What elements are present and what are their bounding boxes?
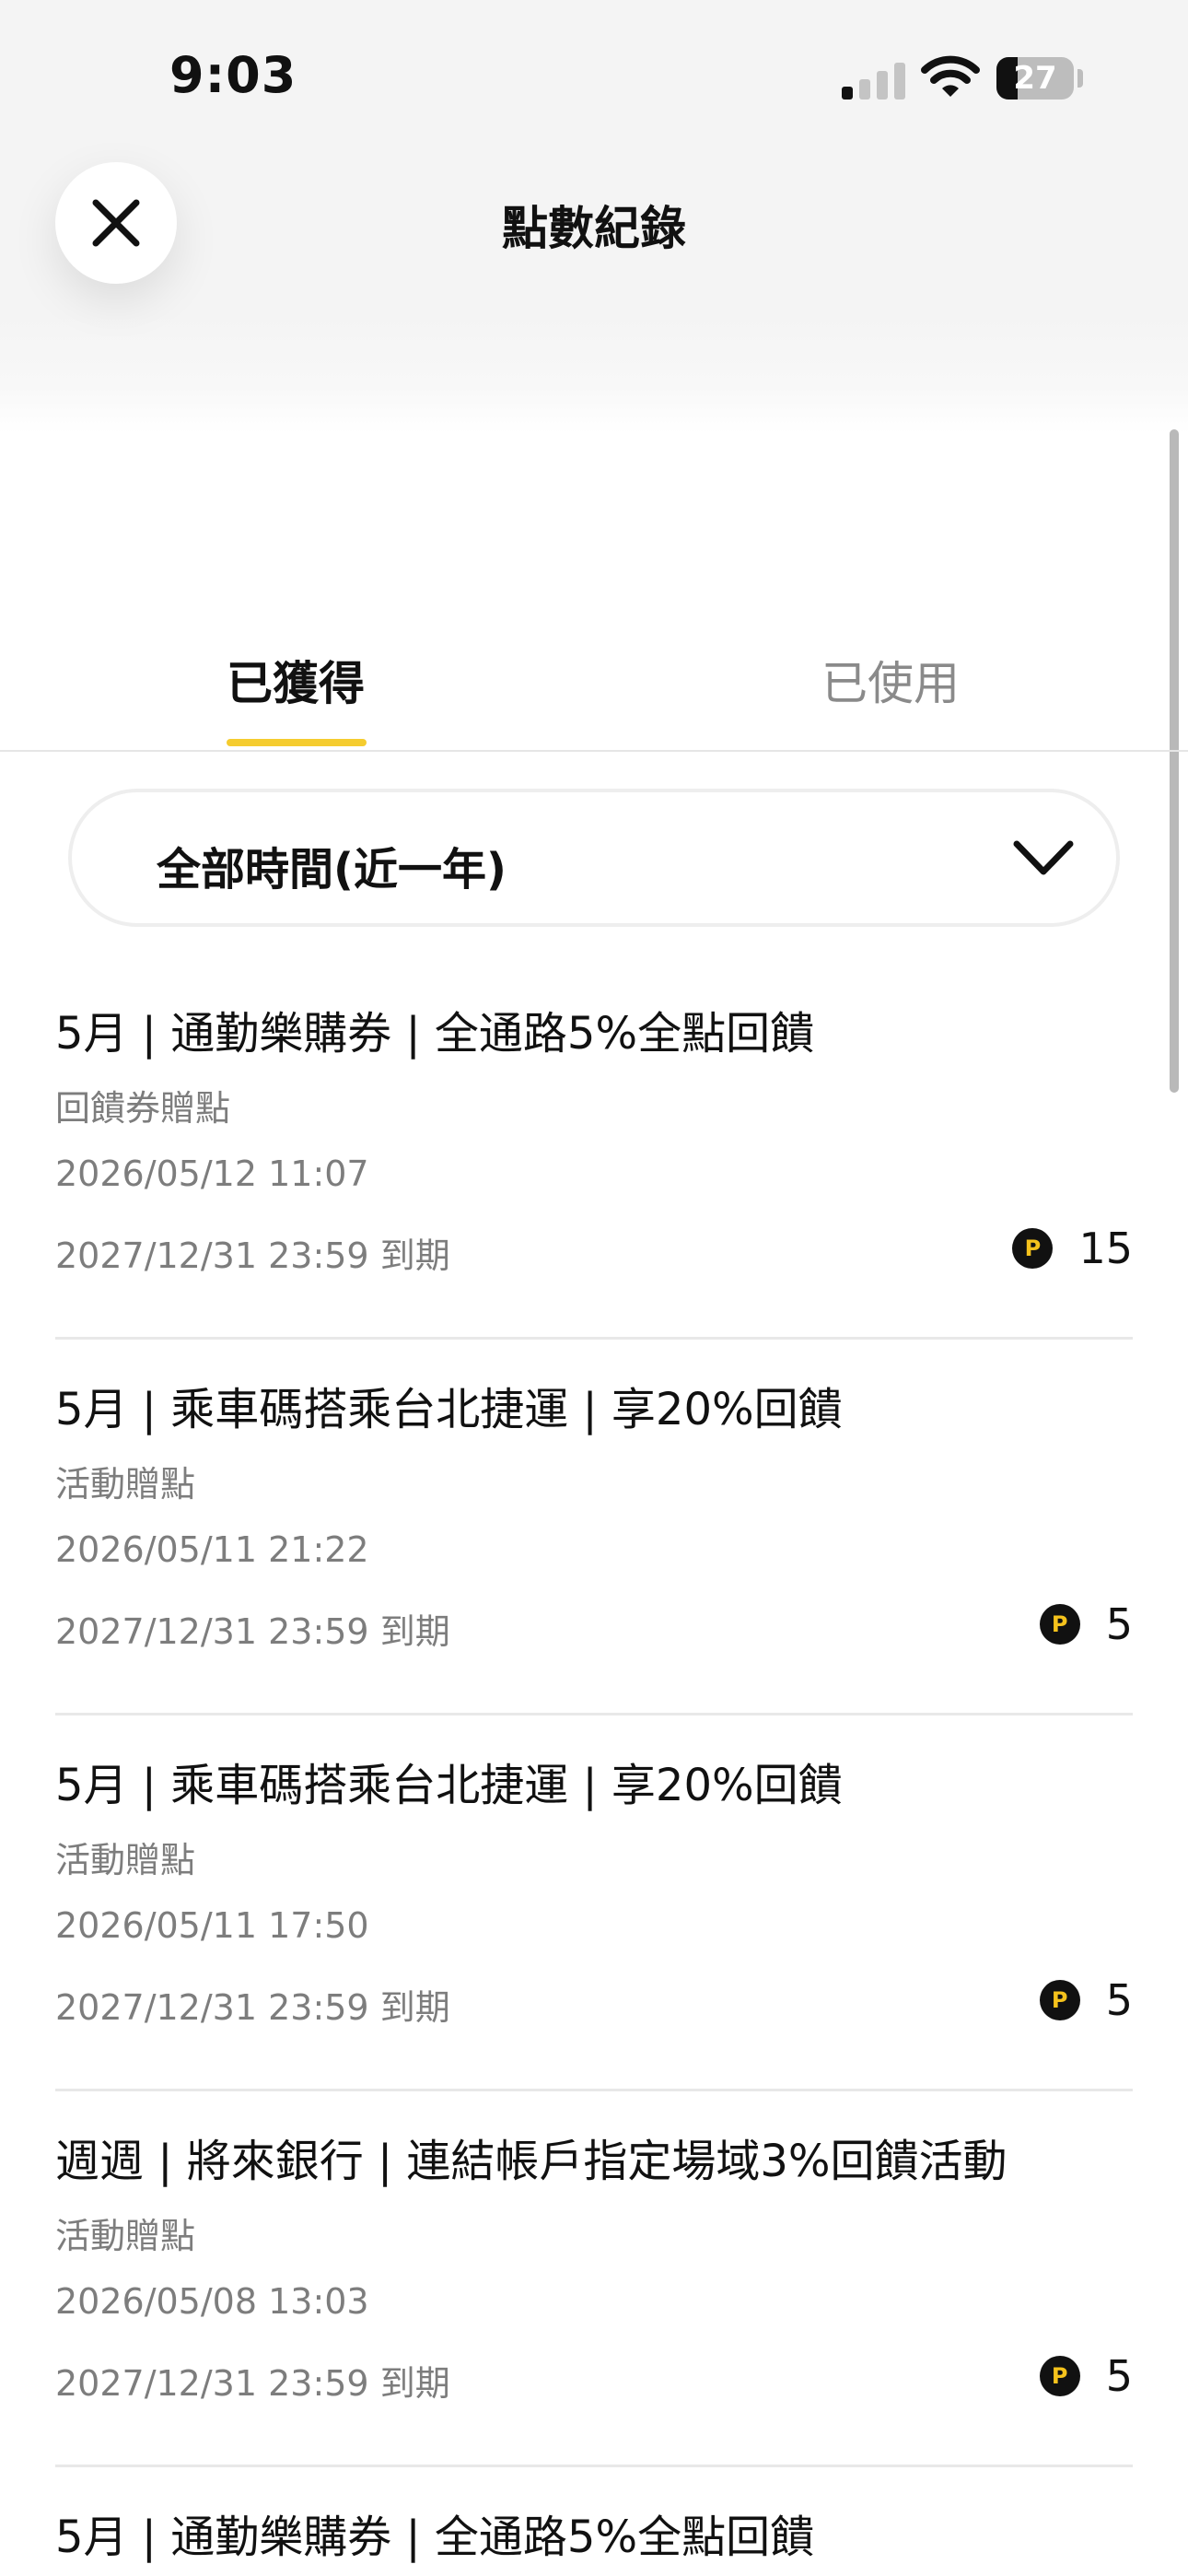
record-points: P 5 — [1039, 1599, 1133, 1649]
points-record-screen: 9:03 27 點數紀錄 已獲得 已使用 全部時間(近一年) 5月 | 通勤樂購… — [0, 0, 1188, 2576]
time-range-label: 全部時間(近一年) — [157, 844, 507, 896]
active-tab-indicator — [227, 739, 367, 746]
record-expiry: 2027/12/31 23:59 到期 — [55, 1235, 450, 1276]
list-item[interactable]: 5月 | 乘車碼搭乘台北捷運 | 享20%回饋 活動贈點 2026/05/11 … — [55, 1340, 1133, 1715]
tab-bar: 已獲得 已使用 — [0, 626, 1188, 752]
record-type: 活動贈點 — [55, 2216, 196, 2256]
battery-level: 27 — [1013, 60, 1057, 97]
record-date: 2026/05/11 17:50 — [55, 1905, 369, 1946]
points-coin-icon: P — [1039, 2356, 1080, 2396]
record-points: P 5 — [1039, 1975, 1133, 2025]
record-title: 5月 | 通勤樂購券 | 全通路5%全點回饋 — [55, 1008, 815, 1060]
list-item[interactable]: 週週 | 將來銀行 | 連結帳戶指定場域3%回饋活動 活動贈點 2026/05/… — [55, 2091, 1133, 2467]
record-points: P 5 — [1039, 2351, 1133, 2401]
chevron-down-icon — [1013, 840, 1074, 875]
record-date: 2026/05/12 11:07 — [55, 1153, 369, 1194]
record-expiry: 2027/12/31 23:59 到期 — [55, 1611, 450, 1652]
record-type: 回饋券贈點 — [55, 1088, 231, 1129]
battery-icon: 27 — [996, 57, 1074, 100]
record-points: P 15 — [1012, 1224, 1133, 1273]
scrollbar[interactable] — [1170, 429, 1179, 1093]
record-expiry: 2027/12/31 23:59 到期 — [55, 1987, 450, 2028]
list-item[interactable]: 5月 | 乘車碼搭乘台北捷運 | 享20%回饋 活動贈點 2026/05/11 … — [55, 1715, 1133, 2091]
header-area: 9:03 27 點數紀錄 — [0, 0, 1188, 433]
record-title: 5月 | 通勤樂購券 | 全通路5%全點回饋 — [55, 2512, 815, 2563]
points-coin-icon: P — [1039, 1980, 1080, 2020]
points-value: 15 — [1078, 1224, 1133, 1273]
tab-earned[interactable]: 已獲得 — [227, 647, 365, 713]
record-type: 活動贈點 — [55, 1840, 196, 1880]
page-title: 點數紀錄 — [502, 202, 686, 255]
status-time: 9:03 — [169, 46, 297, 104]
points-value: 5 — [1105, 1975, 1133, 2025]
battery-cap — [1077, 69, 1083, 88]
points-value: 5 — [1105, 2351, 1133, 2401]
record-title: 5月 | 乘車碼搭乘台北捷運 | 享20%回饋 — [55, 1760, 843, 1811]
points-coin-icon: P — [1039, 1604, 1080, 1645]
record-title: 5月 | 乘車碼搭乘台北捷運 | 享20%回饋 — [55, 1384, 843, 1435]
record-type: 活動贈點 — [55, 1464, 196, 1505]
points-coin-icon: P — [1012, 1228, 1054, 1269]
wifi-icon — [921, 55, 980, 97]
cellular-signal-icon — [842, 59, 906, 100]
tab-used[interactable]: 已使用 — [821, 647, 960, 713]
list-item[interactable]: 5月 | 通勤樂購券 | 全通路5%全點回饋 回饋券贈點 2026/05/12 … — [55, 964, 1133, 1340]
record-expiry: 2027/12/31 23:59 到期 — [55, 2363, 450, 2404]
points-value: 5 — [1105, 1599, 1133, 1649]
time-range-dropdown[interactable]: 全部時間(近一年) — [68, 789, 1120, 927]
list-item[interactable]: 5月 | 通勤樂購券 | 全通路5%全點回饋 — [55, 2467, 1133, 2576]
record-date: 2026/05/08 13:03 — [55, 2281, 369, 2322]
record-title: 週週 | 將來銀行 | 連結帳戶指定場域3%回饋活動 — [55, 2136, 1007, 2187]
record-date: 2026/05/11 21:22 — [55, 1529, 369, 1570]
